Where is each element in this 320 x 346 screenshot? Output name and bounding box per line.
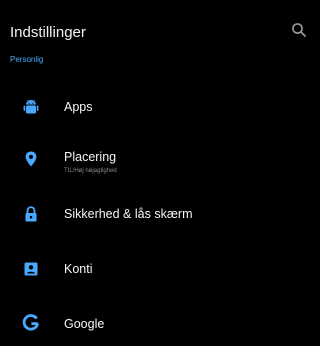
section-header-personal: Personlig	[10, 55, 44, 64]
search-icon[interactable]	[289, 20, 309, 40]
settings-item-location[interactable]: Placering TIL/Høj nøjagtighed	[0, 139, 311, 183]
settings-item-apps-label: Apps	[64, 100, 93, 114]
settings-item-google[interactable]: Google	[0, 302, 311, 346]
settings-item-accounts-label: Konti	[64, 262, 93, 276]
settings-item-google-label: Google	[64, 317, 105, 331]
android-icon	[22, 98, 40, 116]
lock-icon	[22, 205, 40, 223]
settings-item-location-subtitle: TIL/Høj nøjagtighed	[64, 168, 117, 174]
settings-item-security[interactable]: Sikkerhed & lås skærm	[0, 193, 311, 237]
settings-item-apps[interactable]: Apps	[0, 85, 311, 129]
google-icon	[22, 314, 40, 332]
settings-item-location-label: Placering	[64, 150, 117, 164]
location-pin-icon	[22, 150, 40, 168]
page-title: Indstillinger	[10, 24, 86, 41]
settings-item-security-label: Sikkerhed & lås skærm	[64, 207, 193, 221]
account-box-icon	[22, 260, 40, 278]
settings-item-accounts[interactable]: Konti	[0, 248, 311, 292]
app-bar: Indstillinger	[0, 0, 311, 48]
